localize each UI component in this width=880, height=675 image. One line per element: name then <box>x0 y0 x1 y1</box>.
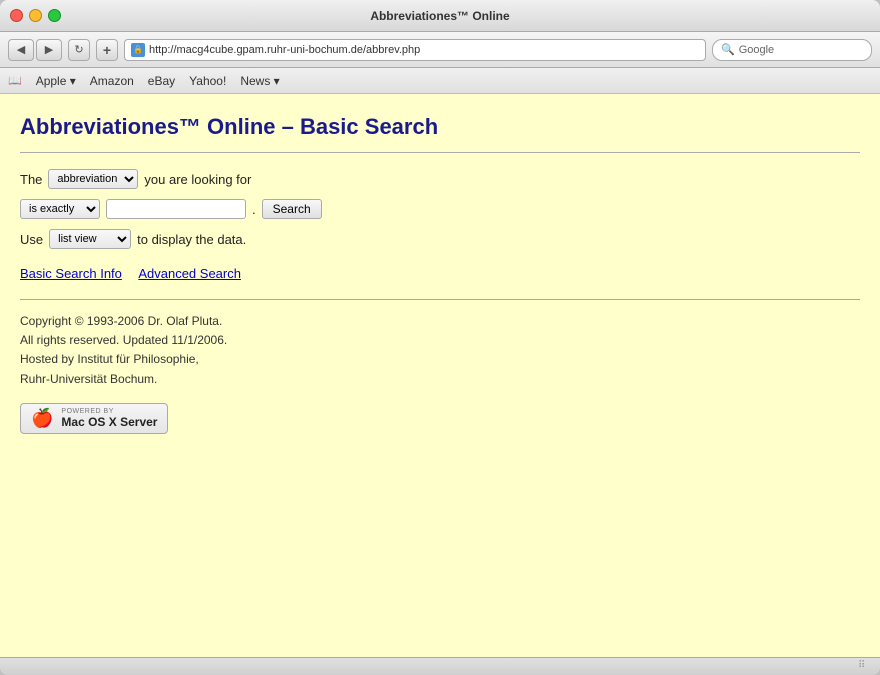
back-button[interactable]: ◀ <box>8 39 34 61</box>
search-section: The abbreviation expansion you are looki… <box>20 169 860 249</box>
url-bar[interactable]: 🔒 http://macg4cube.gpam.ruhr-uni-bochum.… <box>124 39 706 61</box>
search-row-2: is exactly starts with contains ends wit… <box>20 199 860 219</box>
powered-by-label: POWERED BY <box>61 408 157 415</box>
back-icon: ◀ <box>17 43 25 56</box>
copyright-line1: Copyright © 1993-2006 Dr. Olaf Pluta. <box>20 312 860 331</box>
add-icon: + <box>103 42 111 58</box>
browser-window: Abbreviationes™ Online ◀ ▶ ↻ + 🔒 http://… <box>0 0 880 675</box>
refresh-icon: ↻ <box>74 43 83 56</box>
window-title: Abbreviationes™ Online <box>370 9 509 23</box>
close-button[interactable] <box>10 9 23 22</box>
bookmark-apple[interactable]: Apple ▾ <box>36 74 76 88</box>
bookmark-ebay[interactable]: eBay <box>148 74 175 88</box>
search-row-3: Use list view detail view to display the… <box>20 229 860 249</box>
bookmark-amazon[interactable]: Amazon <box>90 74 134 88</box>
badge-text: POWERED BY Mac OS X Server <box>61 408 157 429</box>
powered-by-badge[interactable]: 🍎 POWERED BY Mac OS X Server <box>20 403 168 434</box>
maximize-button[interactable] <box>48 9 61 22</box>
page-title: Abbreviationes™ Online – Basic Search <box>20 114 860 140</box>
status-bar: ⠿ <box>0 657 880 675</box>
match-type-dropdown[interactable]: is exactly starts with contains ends wit… <box>20 199 100 219</box>
toolbar: ◀ ▶ ↻ + 🔒 http://macg4cube.gpam.ruhr-uni… <box>0 32 880 68</box>
title-bar: Abbreviationes™ Online <box>0 0 880 32</box>
copyright-line2: All rights reserved. Updated 11/1/2006. <box>20 331 860 350</box>
search-input[interactable] <box>106 199 246 219</box>
bookmark-news[interactable]: News ▾ <box>240 74 279 88</box>
copyright-line3: Hosted by Institut für Philosophie, <box>20 350 860 369</box>
badge-product-label: Mac OS X Server <box>61 415 157 429</box>
browser-search-bar[interactable]: 🔍 Google <box>712 39 872 61</box>
search-button[interactable]: Search <box>262 199 322 219</box>
row1-prefix: The <box>20 172 42 187</box>
row3-suffix: to display the data. <box>137 232 246 247</box>
search-placeholder: Google <box>739 44 774 56</box>
url-text: http://macg4cube.gpam.ruhr-uni-bochum.de… <box>149 44 420 56</box>
copyright-section: Copyright © 1993-2006 Dr. Olaf Pluta. Al… <box>20 312 860 389</box>
row1-suffix: you are looking for <box>144 172 251 187</box>
row3-prefix: Use <box>20 232 43 247</box>
ssl-icon: 🔒 <box>131 43 145 57</box>
abbreviation-dropdown[interactable]: abbreviation expansion <box>48 169 138 189</box>
links-section: Basic Search Info Advanced Search <box>20 265 860 283</box>
advanced-search-link[interactable]: Advanced Search <box>138 266 241 281</box>
bookmark-yahoo[interactable]: Yahoo! <box>189 74 226 88</box>
resize-handle[interactable]: ⠿ <box>858 660 872 674</box>
page-content: Abbreviationes™ Online – Basic Search Th… <box>0 94 880 657</box>
apple-logo-icon: 🍎 <box>31 409 53 427</box>
bookmarks-bar: 📖 Apple ▾ Amazon eBay Yahoo! News ▾ <box>0 68 880 94</box>
period-separator: . <box>252 202 256 217</box>
basic-search-info-link[interactable]: Basic Search Info <box>20 266 122 281</box>
forward-icon: ▶ <box>45 43 53 56</box>
copyright-line4: Ruhr-Universität Bochum. <box>20 370 860 389</box>
bookmarks-icon: 📖 <box>8 74 22 87</box>
title-divider <box>20 152 860 153</box>
view-mode-dropdown[interactable]: list view detail view <box>49 229 131 249</box>
search-row-1: The abbreviation expansion you are looki… <box>20 169 860 189</box>
window-controls <box>10 9 61 22</box>
minimize-button[interactable] <box>29 9 42 22</box>
forward-button[interactable]: ▶ <box>36 39 62 61</box>
refresh-button[interactable]: ↻ <box>68 39 90 61</box>
add-tab-button[interactable]: + <box>96 39 118 61</box>
footer-divider <box>20 299 860 300</box>
search-icon: 🔍 <box>721 43 735 56</box>
nav-buttons: ◀ ▶ <box>8 39 62 61</box>
